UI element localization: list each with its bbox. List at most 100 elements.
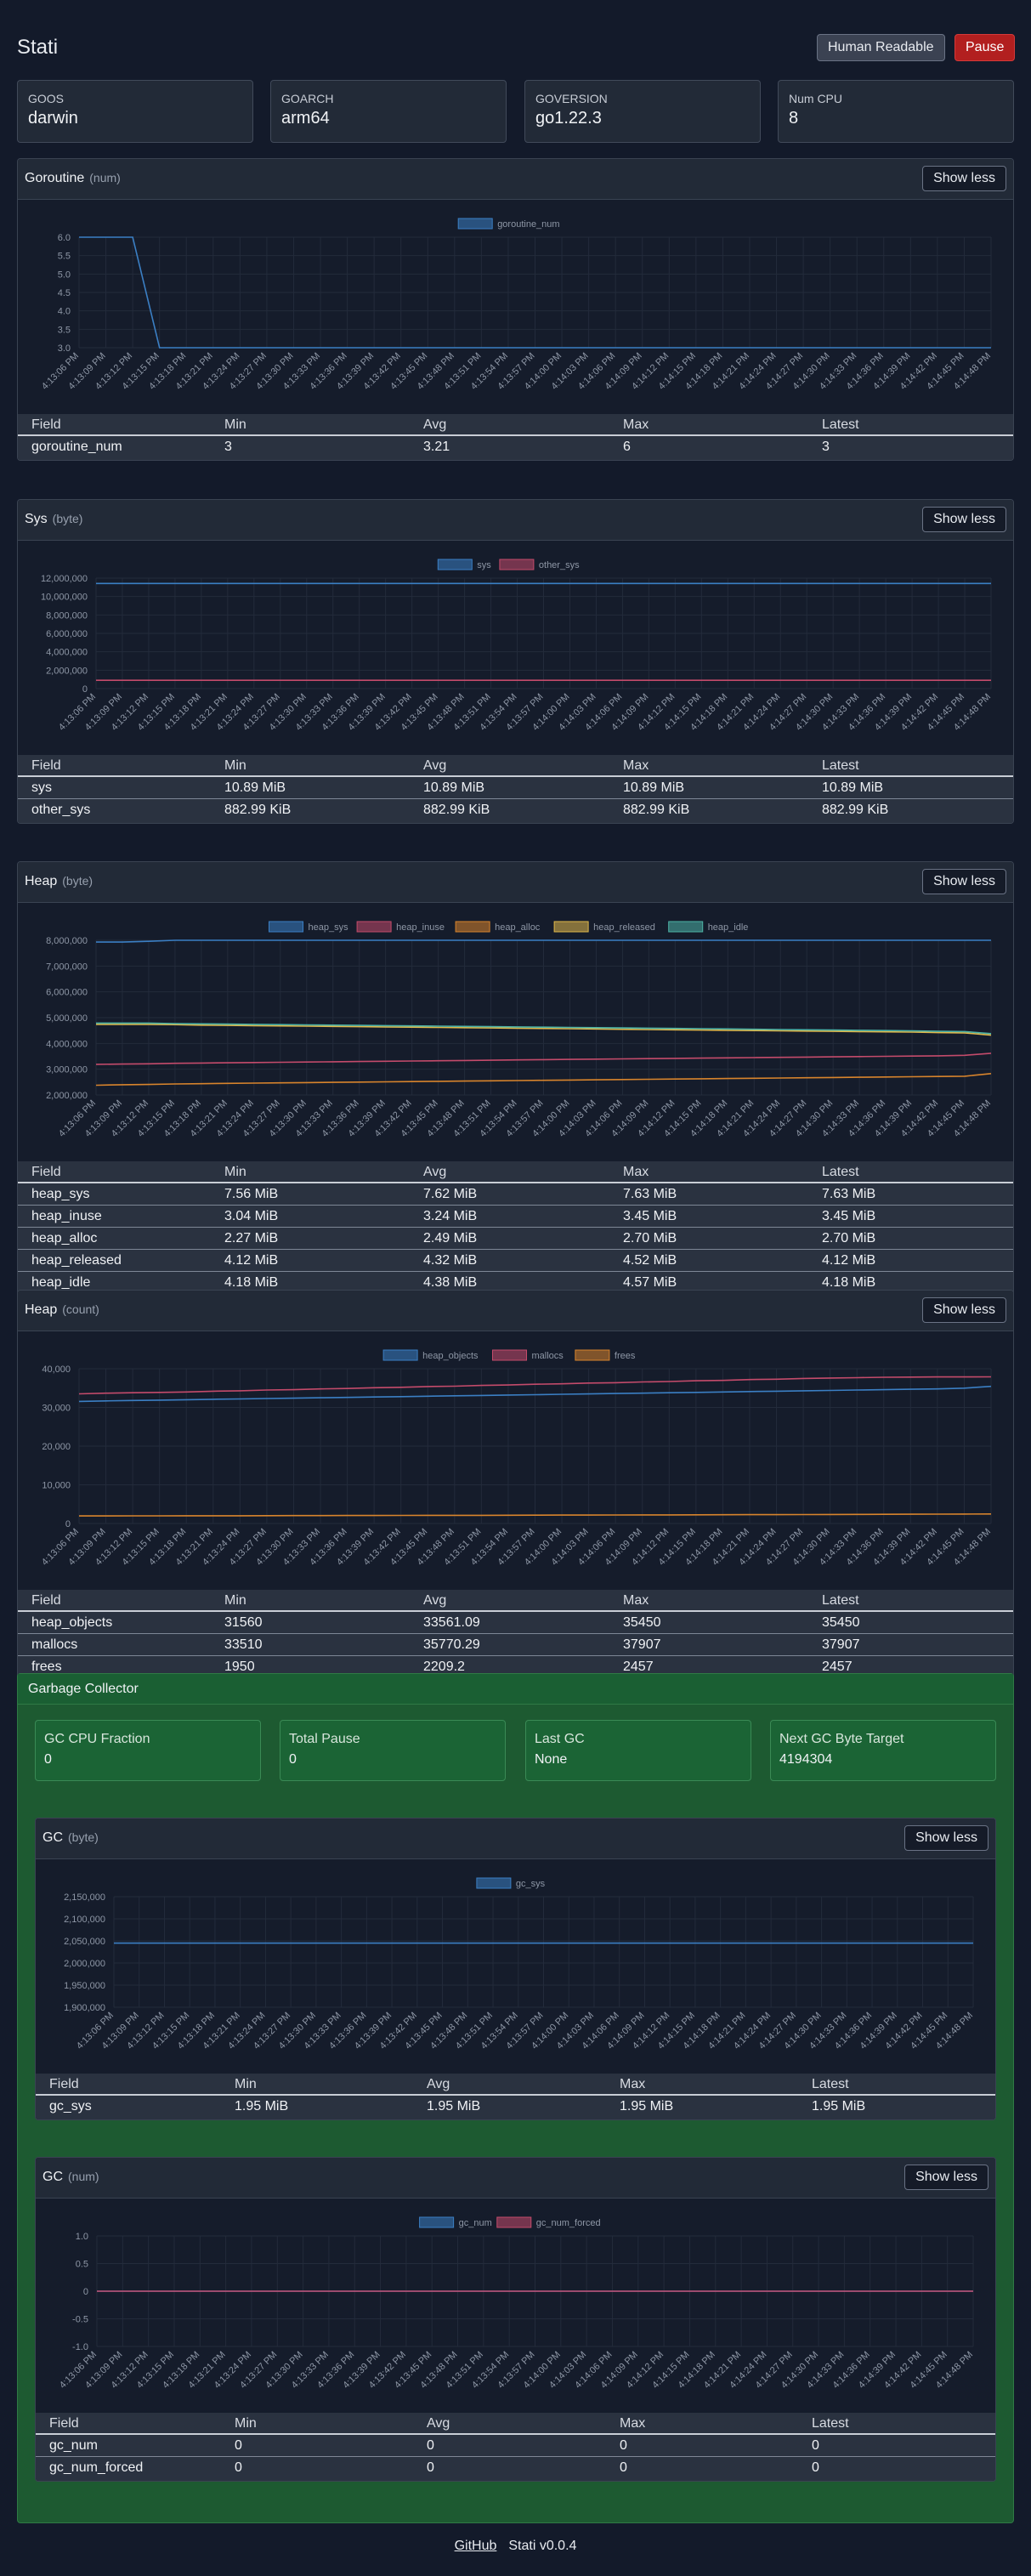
table-header-avg: Avg <box>427 2416 450 2431</box>
y-tick-label: 0 <box>82 684 88 695</box>
stat-value: 4.57 MiB <box>623 1275 677 1290</box>
legend-swatch <box>492 1349 527 1361</box>
field-name: heap_inuse <box>31 1209 102 1223</box>
gc-stat-value: None <box>535 1752 568 1767</box>
info-key: GOOS <box>28 92 65 105</box>
legend-item-heap-objects[interactable]: heap_objects <box>382 1349 479 1361</box>
stat-value: 35450 <box>623 1615 661 1630</box>
stats-table: Field Min Avg Max Latest gc_sys 1.95 MiB 1.95 M… <box>36 2074 995 2119</box>
gc-stat-key: GC CPU Fraction <box>44 1732 150 1746</box>
table-header-avg: Avg <box>427 2077 450 2091</box>
gc-stat-value: 4194304 <box>779 1752 833 1767</box>
y-tick-label: 2,100,000 <box>64 1915 105 1925</box>
legend-item-heap-inuse[interactable]: heap_inuse <box>356 921 445 933</box>
panel-title: Sys (byte) <box>25 512 82 527</box>
legend-item-heap-released[interactable]: heap_released <box>553 921 655 933</box>
legend-label: sys <box>477 560 491 570</box>
legend-label: gc_num <box>459 2218 492 2228</box>
stat-value: 33561.09 <box>423 1615 480 1630</box>
legend-label: goroutine_num <box>497 219 559 230</box>
field-name: heap_alloc <box>31 1231 98 1245</box>
table-row: heap_inuse 3.04 MiB 3.24 MiB 3.45 MiB 3.45 M… <box>18 1206 1013 1228</box>
y-tick-label: -1.0 <box>72 2342 88 2352</box>
table-header-latest: Latest <box>822 1165 859 1179</box>
human-readable-button[interactable]: Human Readable <box>817 34 945 61</box>
table-header-min: Min <box>224 1593 246 1608</box>
y-tick-label: 8,000,000 <box>46 610 88 621</box>
show-less-button[interactable]: Show less <box>922 166 1006 191</box>
stat-value: 882.99 KiB <box>623 803 690 817</box>
field-name: heap_released <box>31 1253 122 1268</box>
table-row: goroutine_num 3 3.21 6 3 <box>18 436 1013 458</box>
stat-value: 37907 <box>623 1637 661 1652</box>
gc-stat-last-gc: Last GC None <box>525 1720 751 1781</box>
chart-area: 2,150,000 2,100,000 2,050,000 2,000,000 1,95… <box>36 1859 995 2074</box>
show-less-button[interactable]: Show less <box>922 1297 1006 1323</box>
panel-title-text: GC <box>42 1830 63 1845</box>
stat-value: 10.89 MiB <box>822 780 884 795</box>
legend-item-sys[interactable]: sys <box>437 559 491 570</box>
stat-value: 1.95 MiB <box>812 2099 866 2114</box>
legend-label: frees <box>615 1351 636 1361</box>
panel-header: Sys (byte) Show less <box>18 500 1013 541</box>
table-header-latest: Latest <box>822 417 859 432</box>
top-bar: Stati Human Readable Pause <box>17 34 1016 65</box>
line-chart: 40,00030,00020,00010,00004:13:06 PM4:13:… <box>40 1349 993 1568</box>
table-header-row: Field Min Avg Max Latest <box>18 414 1013 436</box>
panel-title: Heap (count) <box>25 1302 99 1318</box>
legend-item-mallocs[interactable]: mallocs <box>492 1349 564 1361</box>
y-tick-label: 4,000,000 <box>46 1039 88 1049</box>
legend-item-heap-idle[interactable]: heap_idle <box>668 921 749 933</box>
panel-unit: (num) <box>89 171 121 184</box>
y-tick-label: 40,000 <box>42 1365 71 1375</box>
show-less-button[interactable]: Show less <box>904 1825 989 1851</box>
legend-item-gc-sys[interactable]: gc_sys <box>476 1877 546 1889</box>
stat-value: 3.24 MiB <box>423 1209 478 1223</box>
table-header-field: Field <box>31 1165 61 1179</box>
legend-item-goroutine-num[interactable]: goroutine_num <box>457 218 560 230</box>
table-header-field: Field <box>49 2077 79 2091</box>
legend-swatch <box>575 1349 610 1361</box>
info-value: go1.22.3 <box>535 109 602 128</box>
stat-value: 7.63 MiB <box>822 1187 876 1201</box>
stat-value: 0 <box>620 2460 627 2475</box>
stat-value: 4.12 MiB <box>224 1253 279 1268</box>
legend-item-frees[interactable]: frees <box>575 1349 636 1361</box>
legend-item-gc-num-forced[interactable]: gc_num_forced <box>496 2216 601 2228</box>
y-tick-label: 2,050,000 <box>64 1937 105 1947</box>
legend-label: heap_objects <box>422 1351 479 1361</box>
field-name: gc_sys <box>49 2099 92 2114</box>
show-less-button[interactable]: Show less <box>922 507 1006 532</box>
table-header-max: Max <box>620 2077 646 2091</box>
info-box-goversion: GOVERSION go1.22.3 <box>524 80 761 143</box>
legend-item-other-sys[interactable]: other_sys <box>499 559 580 570</box>
y-tick-label: 1,900,000 <box>64 2003 105 2013</box>
runtime-info-row: GOOS darwin GOARCH arm64 GOVERSION go1.2… <box>17 80 1014 143</box>
y-tick-label: 12,000,000 <box>41 574 88 584</box>
table-header-avg: Avg <box>423 417 447 432</box>
show-less-button[interactable]: Show less <box>904 2165 989 2190</box>
show-less-button[interactable]: Show less <box>922 869 1006 894</box>
legend-item-heap-sys[interactable]: heap_sys <box>269 921 349 933</box>
gc-stat-key: Last GC <box>535 1732 585 1746</box>
github-link[interactable]: GitHub <box>455 2539 497 2553</box>
stat-value: 7.63 MiB <box>623 1187 677 1201</box>
stat-value: 4.38 MiB <box>423 1275 478 1290</box>
pause-button[interactable]: Pause <box>955 34 1016 61</box>
panel-header: Goroutine (num) Show less <box>18 159 1013 200</box>
y-tick-label: 3.5 <box>58 325 71 335</box>
stat-value: 0 <box>235 2438 242 2453</box>
stat-value: 7.56 MiB <box>224 1187 279 1201</box>
legend-item-gc-num[interactable]: gc_num <box>419 2216 492 2228</box>
legend-item-heap-alloc[interactable]: heap_alloc <box>455 921 541 933</box>
info-value: 8 <box>789 109 799 128</box>
y-tick-label: 30,000 <box>42 1404 71 1414</box>
stat-value: 2.70 MiB <box>623 1231 677 1245</box>
table-header-min: Min <box>235 2077 257 2091</box>
table-header-row: Field Min Avg Max Latest <box>18 1590 1013 1612</box>
field-name: gc_num_forced <box>49 2460 144 2475</box>
y-tick-label: 4,000,000 <box>46 648 88 658</box>
gc-stat-next-target: Next GC Byte Target 4194304 <box>770 1720 996 1781</box>
legend-label: heap_released <box>593 922 655 933</box>
table-header-max: Max <box>623 758 649 773</box>
